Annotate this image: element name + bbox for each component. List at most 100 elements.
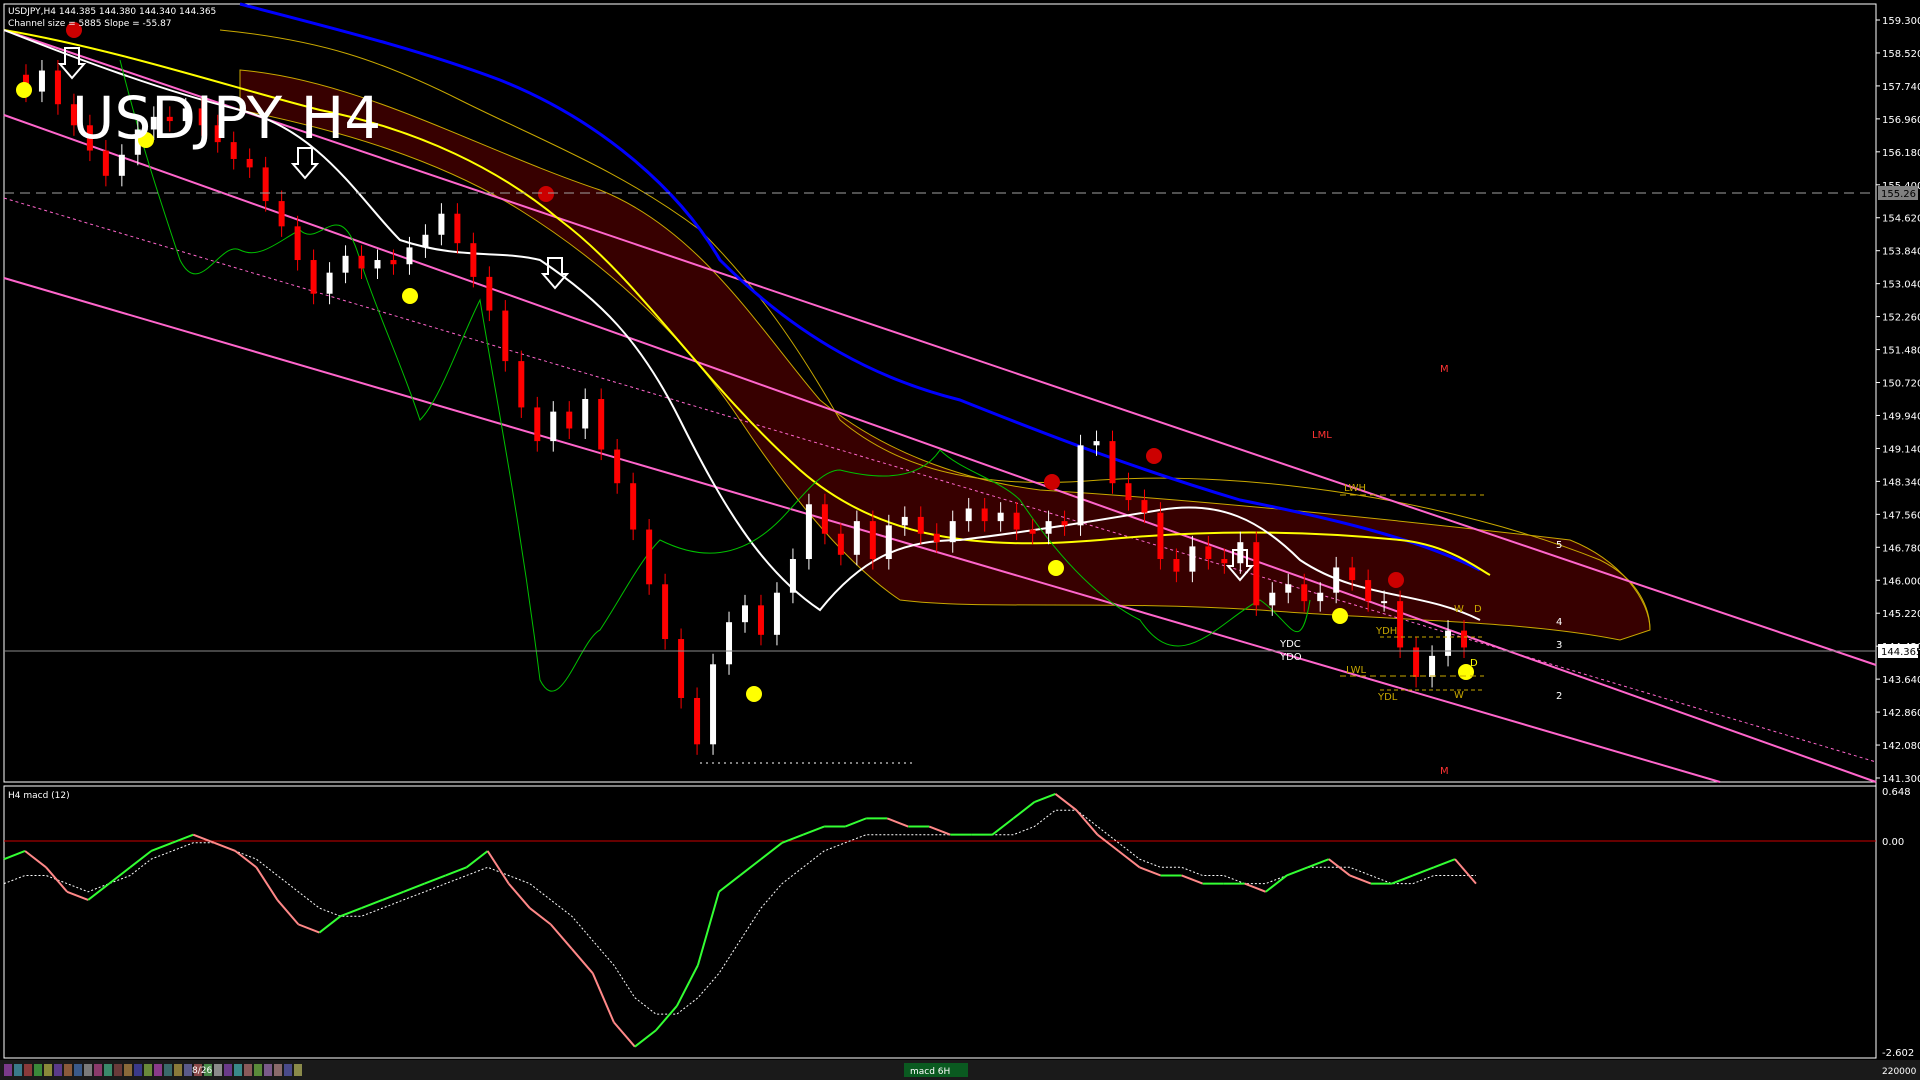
- price-tick-label: 142.860: [1882, 708, 1920, 719]
- candle-body: [1269, 592, 1276, 606]
- bottom-tab-swatch[interactable]: [114, 1064, 122, 1076]
- candle-body: [1461, 630, 1468, 648]
- candle-body: [502, 310, 509, 362]
- bottom-tab-swatch[interactable]: [94, 1064, 102, 1076]
- candle-body: [422, 234, 429, 248]
- bottom-tab-swatch[interactable]: [74, 1064, 82, 1076]
- candle-body: [342, 255, 349, 273]
- m-top-label: M: [1440, 364, 1449, 375]
- bottom-tab-swatch[interactable]: [284, 1064, 292, 1076]
- price-tick-label: 159.300: [1882, 16, 1920, 27]
- bottom-tab-swatch[interactable]: [234, 1064, 242, 1076]
- bottom-tab-swatch[interactable]: [44, 1064, 52, 1076]
- price-tick-label: 141.300: [1882, 774, 1920, 785]
- candle-body: [326, 272, 333, 294]
- bottom-tab-swatch[interactable]: [154, 1064, 162, 1076]
- bottom-tab-swatch[interactable]: [54, 1064, 62, 1076]
- bottom-tab-swatch[interactable]: [264, 1064, 272, 1076]
- macd-segment: [886, 817, 909, 828]
- bottom-tab-swatch[interactable]: [4, 1064, 12, 1076]
- macd-segment: [696, 891, 720, 966]
- d-bottom-label: D: [1470, 658, 1478, 669]
- bottom-tab-swatch[interactable]: [124, 1064, 132, 1076]
- candle-body: [1077, 445, 1084, 526]
- candle-body: [1157, 512, 1164, 560]
- channel-level-2: 2: [1556, 691, 1562, 702]
- macd-segment: [1244, 882, 1267, 893]
- macd-segment: [529, 907, 552, 926]
- bottom-tab-swatch[interactable]: [214, 1064, 222, 1076]
- candle-body: [358, 255, 365, 269]
- macd-segment: [1054, 793, 1078, 812]
- bottom-tab-swatch[interactable]: [254, 1064, 262, 1076]
- bottom-tab-swatch[interactable]: [14, 1064, 22, 1076]
- price-tick-label: 156.180: [1882, 148, 1920, 159]
- macd-segment: [192, 833, 215, 844]
- signal-dot-icon: [402, 288, 418, 304]
- candle-body: [406, 247, 413, 265]
- candle-body: [582, 399, 589, 429]
- macd-segment: [424, 874, 446, 885]
- ydc-label: YDC: [1279, 639, 1301, 650]
- chart-canvas[interactable]: LWH LML LWL YDH YDL YDC YDO M M W D W D …: [0, 0, 1920, 1080]
- macd-segment: [781, 833, 804, 844]
- bottom-tab-swatch[interactable]: [104, 1064, 112, 1076]
- bottom-tab-swatch[interactable]: [174, 1064, 182, 1076]
- candle-body: [390, 260, 397, 265]
- bottom-tab-swatch[interactable]: [144, 1064, 152, 1076]
- price-tick-label: 147.560: [1882, 510, 1920, 521]
- candle-body: [246, 158, 253, 168]
- bottom-tab-swatch[interactable]: [294, 1064, 302, 1076]
- price-tick-label: 148.340: [1882, 477, 1920, 488]
- chart-window[interactable]: LWH LML LWL YDH YDL YDC YDO M M W D W D …: [0, 0, 1920, 1080]
- macd-segment: [87, 882, 110, 901]
- bottom-tab-swatch[interactable]: [84, 1064, 92, 1076]
- bottom-tab-swatch[interactable]: [34, 1064, 42, 1076]
- candle-body: [885, 525, 892, 560]
- macd-segment: [361, 898, 383, 910]
- candle-body: [821, 504, 828, 534]
- candle-body: [757, 605, 764, 635]
- macd-segment: [1117, 850, 1141, 869]
- bottom-tab-swatch[interactable]: [224, 1064, 232, 1076]
- bottom-tab-swatch[interactable]: [244, 1064, 252, 1076]
- macd-segment: [276, 899, 300, 926]
- big-title: USDJPY H4: [72, 84, 381, 152]
- candle-body: [1381, 601, 1388, 604]
- price-tick-label: 146.000: [1882, 576, 1920, 587]
- macd-segment: [24, 850, 47, 869]
- candle-body: [1333, 567, 1340, 593]
- macd-segment: [760, 842, 783, 860]
- bottom-tab-swatch[interactable]: [134, 1064, 142, 1076]
- macd-axis-bottom: -2.602: [1882, 1048, 1914, 1059]
- candle-body: [1429, 655, 1436, 677]
- candle-body: [1285, 584, 1292, 593]
- macd-segment: [318, 915, 342, 934]
- macd-segment: [66, 890, 89, 901]
- bottom-date-label: 8/26: [192, 1066, 212, 1076]
- candle-body: [901, 516, 908, 526]
- bottom-tab-swatch[interactable]: [24, 1064, 32, 1076]
- macd-segment: [991, 817, 1014, 836]
- macd-segment: [676, 964, 699, 1007]
- bottom-tab-swatch[interactable]: [64, 1064, 72, 1076]
- candle-body: [1413, 647, 1420, 677]
- macd-segment: [150, 841, 173, 852]
- bottom-tab-swatch[interactable]: [184, 1064, 192, 1076]
- candle-body: [1253, 542, 1260, 606]
- bottom-tab-swatch[interactable]: [164, 1064, 172, 1076]
- ydo-label: YDO: [1279, 652, 1302, 663]
- macd-tab-label[interactable]: macd 6H: [910, 1067, 950, 1077]
- candle-body: [869, 521, 876, 560]
- macd-segment: [1433, 858, 1456, 869]
- price-tick-label: 150.720: [1882, 379, 1920, 390]
- candle-body: [678, 639, 685, 698]
- macd-segment: [1412, 866, 1435, 877]
- signal-dot-icon: [1048, 560, 1064, 576]
- candle-body: [1029, 529, 1036, 534]
- price-tick-label: 151.480: [1882, 346, 1920, 357]
- macd-segment: [844, 817, 867, 828]
- candle-body: [1397, 601, 1404, 648]
- candle-body: [1093, 441, 1100, 446]
- bottom-tab-swatch[interactable]: [274, 1064, 282, 1076]
